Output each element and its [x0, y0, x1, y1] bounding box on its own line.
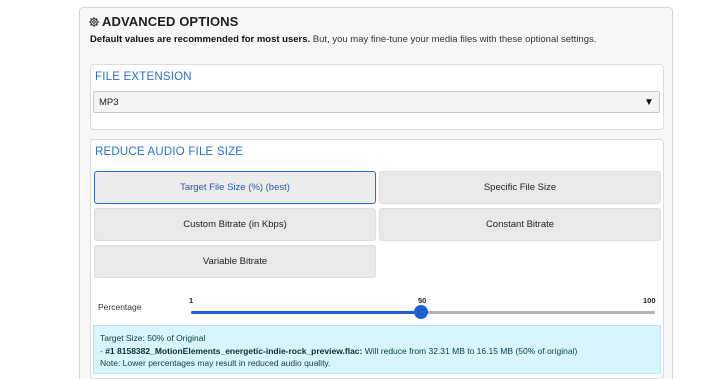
option-variable-bitrate[interactable]: Variable Bitrate — [94, 245, 376, 278]
percentage-slider-thumb[interactable] — [413, 305, 428, 319]
percentage-label: Percentage — [98, 302, 142, 312]
target-size-info: Target Size: 50% of Original - #1 815838… — [93, 325, 661, 374]
advanced-options-panel: ADVANCED OPTIONS Default values are reco… — [79, 7, 673, 379]
panel-title: ADVANCED OPTIONS — [102, 14, 239, 29]
option-custom-bitrate[interactable]: Custom Bitrate (in Kbps) — [94, 208, 376, 241]
file-extension-value: MP3 — [99, 97, 119, 108]
option-specific-file-size[interactable]: Specific File Size — [379, 171, 661, 204]
panel-subtitle: Default values are recommended for most … — [90, 34, 596, 45]
subtitle-bold: Default values are recommended for most … — [90, 34, 311, 45]
slider-min-label: 1 — [189, 296, 194, 305]
percentage-slider-track[interactable] — [191, 305, 655, 319]
file-extension-title: FILE EXTENSION — [95, 71, 192, 83]
info-file-name: #1 8158382_MotionElements_energetic-indi… — [105, 345, 363, 356]
reduce-size-card: REDUCE AUDIO FILE SIZE Target File Size … — [90, 139, 664, 379]
file-extension-card: FILE EXTENSION MP3 ▼ — [90, 64, 664, 130]
file-extension-select[interactable]: MP3 ▼ — [93, 91, 660, 113]
info-note: Note: Lower percentages may result in re… — [100, 358, 331, 368]
triangle-down-icon[interactable]: ▼ — [639, 92, 659, 112]
subtitle-rest: But, you may fine-tune your media files … — [310, 34, 597, 45]
percentage-slider-fill — [191, 311, 421, 314]
reduce-size-title: REDUCE AUDIO FILE SIZE — [95, 146, 244, 158]
option-target-file-size[interactable]: Target File Size (%) (best) — [94, 171, 376, 204]
gear-icon — [89, 17, 99, 27]
slider-mid-label: 50 — [418, 296, 427, 305]
info-target-size: Target Size: 50% of Original — [100, 333, 206, 343]
option-constant-bitrate[interactable]: Constant Bitrate — [379, 208, 661, 241]
info-reduction: Will reduce from 32.31 MB to 16.15 MB (5… — [362, 345, 578, 356]
info-file-line: - #1 8158382_MotionElements_energetic-in… — [100, 345, 654, 358]
slider-max-label: 100 — [643, 296, 656, 305]
